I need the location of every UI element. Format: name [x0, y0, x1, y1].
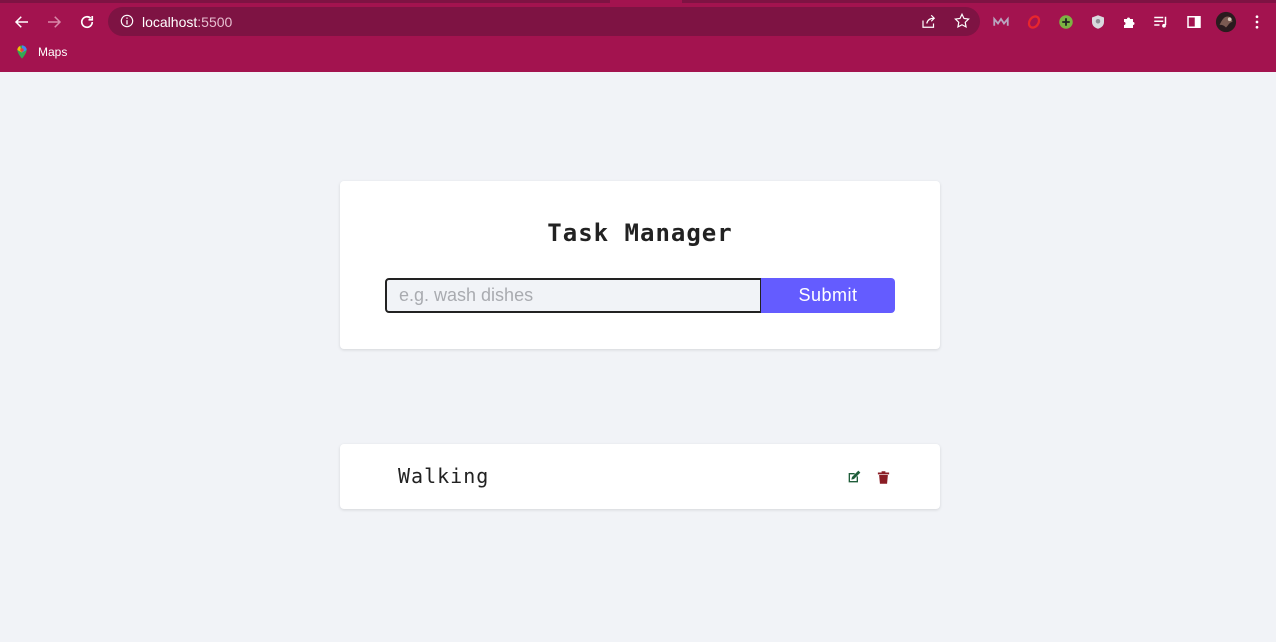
edit-button[interactable] — [844, 467, 864, 487]
task-form-card: Task Manager Submit — [340, 181, 940, 349]
menu-dots-icon[interactable] — [1247, 12, 1267, 32]
tab-strip — [0, 0, 1276, 3]
meta-icon[interactable] — [991, 12, 1011, 32]
submit-button[interactable]: Submit — [761, 278, 895, 313]
profile-avatar-icon[interactable] — [1215, 11, 1237, 33]
bookmark-maps[interactable]: Maps — [14, 44, 67, 60]
edit-icon — [848, 470, 861, 483]
arrow-left-icon — [14, 16, 28, 28]
address-bar[interactable]: localhost:5500 — [108, 7, 980, 36]
reload-button[interactable] — [74, 9, 100, 35]
playlist-icon[interactable] — [1151, 12, 1171, 32]
page-title: Task Manager — [547, 219, 733, 247]
back-button[interactable] — [9, 9, 35, 35]
task-name: Walking — [398, 464, 490, 488]
url-text: localhost:5500 — [142, 14, 232, 30]
reload-icon — [80, 15, 94, 29]
opera-icon[interactable] — [1024, 12, 1044, 32]
active-tab[interactable] — [610, 0, 682, 3]
browser-toolbar: localhost:5500 — [0, 5, 1276, 39]
forward-button[interactable] — [41, 9, 67, 35]
bookmark-label: Maps — [38, 45, 68, 59]
arrow-right-icon — [48, 16, 62, 28]
url-port: :5500 — [197, 14, 233, 30]
browser-chrome: localhost:5500 Maps — [0, 0, 1276, 72]
bookmarks-bar: Maps — [0, 41, 1276, 65]
info-icon[interactable] — [120, 14, 134, 28]
share-icon[interactable] — [920, 13, 938, 31]
trash-icon — [877, 470, 889, 484]
shield-icon[interactable] — [1088, 12, 1108, 32]
task-item: Walking — [340, 444, 940, 509]
url-host: localhost — [142, 14, 198, 30]
maps-pin-icon — [17, 45, 27, 59]
delete-button[interactable] — [873, 467, 893, 487]
puzzle-icon[interactable] — [1120, 12, 1140, 32]
plus-circle-icon[interactable] — [1056, 12, 1076, 32]
bookmark-star-icon[interactable] — [953, 12, 971, 30]
task-input[interactable] — [385, 278, 762, 313]
side-panel-icon[interactable] — [1184, 12, 1204, 32]
